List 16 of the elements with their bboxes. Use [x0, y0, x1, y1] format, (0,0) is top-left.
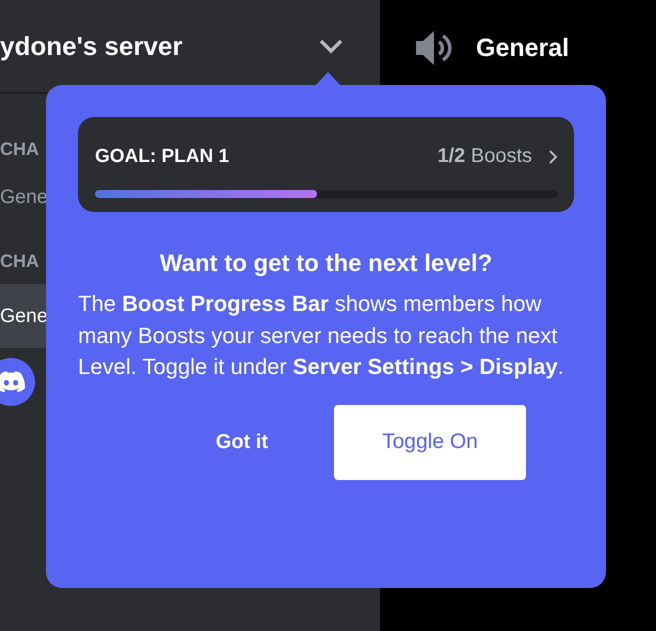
speaker-icon: [414, 30, 454, 66]
goal-card[interactable]: GOAL: PLAN 1 1/2 Boosts: [78, 117, 574, 212]
got-it-button[interactable]: Got it: [204, 420, 280, 464]
chevron-right-icon: [548, 148, 558, 164]
popup-description: The Boost Progress Bar shows members how many Boosts your server needs to reach the next Level. Toggle it under Server Settings > Display.: [78, 290, 565, 381]
toggle-on-button[interactable]: Toggle On: [334, 404, 526, 480]
boost-count: 1/2 Boosts: [437, 145, 532, 168]
category-label: CHA: [0, 250, 39, 273]
chevron-down-icon[interactable]: [318, 38, 344, 54]
popup-heading: Want to get to the next level?: [160, 250, 492, 278]
server-name[interactable]: ydone's server: [0, 30, 183, 62]
goal-title: GOAL: PLAN 1: [95, 146, 230, 168]
avatar-icon[interactable]: [0, 358, 35, 406]
channel-title: General: [476, 34, 570, 62]
channel-item[interactable]: Gene: [0, 172, 46, 222]
category-label: CHA: [0, 138, 39, 161]
